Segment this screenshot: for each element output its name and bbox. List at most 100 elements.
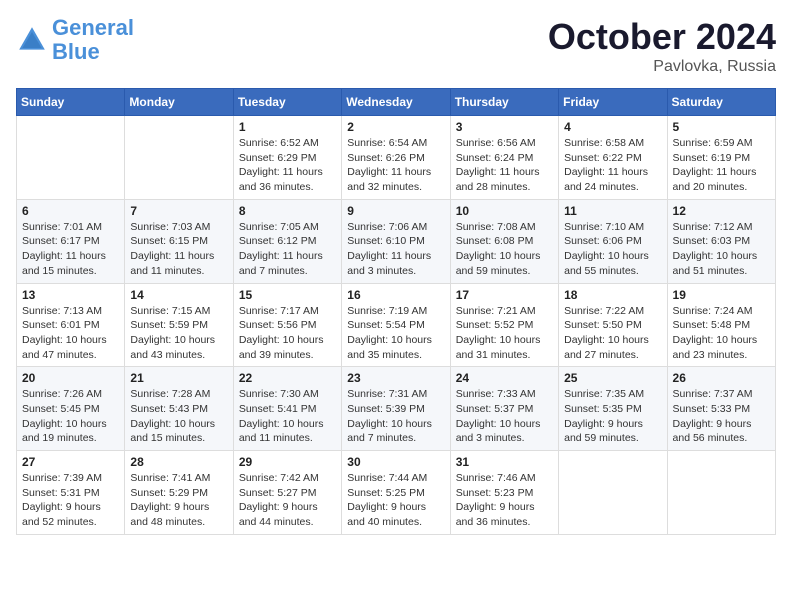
day-header-friday: Friday — [559, 89, 667, 116]
day-number: 14 — [130, 288, 227, 302]
day-header-monday: Monday — [125, 89, 233, 116]
day-number: 16 — [347, 288, 444, 302]
calendar-cell: 2 Sunrise: 6:54 AMSunset: 6:26 PMDaylight… — [342, 116, 450, 200]
day-header-sunday: Sunday — [17, 89, 125, 116]
calendar-cell: 29 Sunrise: 7:42 AMSunset: 5:27 PMDayligh… — [233, 451, 341, 535]
day-number: 30 — [347, 455, 444, 469]
logo-icon — [16, 24, 48, 56]
calendar-cell: 1 Sunrise: 6:52 AMSunset: 6:29 PMDaylight… — [233, 116, 341, 200]
week-row-1: 1 Sunrise: 6:52 AMSunset: 6:29 PMDaylight… — [17, 116, 776, 200]
day-info: Sunrise: 7:46 AMSunset: 5:23 PMDaylight:… — [456, 471, 553, 530]
day-info: Sunrise: 7:24 AMSunset: 5:48 PMDaylight:… — [673, 304, 770, 363]
day-info: Sunrise: 7:22 AMSunset: 5:50 PMDaylight:… — [564, 304, 661, 363]
day-number: 25 — [564, 371, 661, 385]
day-number: 1 — [239, 120, 336, 134]
day-header-saturday: Saturday — [667, 89, 775, 116]
day-header-tuesday: Tuesday — [233, 89, 341, 116]
logo: General Blue — [16, 16, 134, 64]
day-number: 9 — [347, 204, 444, 218]
calendar-table: SundayMondayTuesdayWednesdayThursdayFrid… — [16, 88, 776, 535]
week-row-4: 20 Sunrise: 7:26 AMSunset: 5:45 PMDayligh… — [17, 367, 776, 451]
calendar-body: 1 Sunrise: 6:52 AMSunset: 6:29 PMDaylight… — [17, 116, 776, 535]
calendar-cell — [667, 451, 775, 535]
day-number: 3 — [456, 120, 553, 134]
calendar-cell: 13 Sunrise: 7:13 AMSunset: 6:01 PMDayligh… — [17, 283, 125, 367]
day-info: Sunrise: 7:35 AMSunset: 5:35 PMDaylight:… — [564, 387, 661, 446]
calendar-cell: 5 Sunrise: 6:59 AMSunset: 6:19 PMDaylight… — [667, 116, 775, 200]
day-number: 24 — [456, 371, 553, 385]
calendar-cell: 11 Sunrise: 7:10 AMSunset: 6:06 PMDayligh… — [559, 199, 667, 283]
day-number: 28 — [130, 455, 227, 469]
day-number: 29 — [239, 455, 336, 469]
day-info: Sunrise: 6:56 AMSunset: 6:24 PMDaylight:… — [456, 136, 553, 195]
calendar-cell: 3 Sunrise: 6:56 AMSunset: 6:24 PMDaylight… — [450, 116, 558, 200]
title-block: October 2024 Pavlovka, Russia — [548, 16, 776, 76]
day-info: Sunrise: 7:31 AMSunset: 5:39 PMDaylight:… — [347, 387, 444, 446]
day-number: 10 — [456, 204, 553, 218]
day-number: 5 — [673, 120, 770, 134]
day-number: 19 — [673, 288, 770, 302]
calendar-cell: 17 Sunrise: 7:21 AMSunset: 5:52 PMDayligh… — [450, 283, 558, 367]
calendar-cell: 7 Sunrise: 7:03 AMSunset: 6:15 PMDaylight… — [125, 199, 233, 283]
day-info: Sunrise: 7:26 AMSunset: 5:45 PMDaylight:… — [22, 387, 119, 446]
day-info: Sunrise: 7:37 AMSunset: 5:33 PMDaylight:… — [673, 387, 770, 446]
day-info: Sunrise: 6:54 AMSunset: 6:26 PMDaylight:… — [347, 136, 444, 195]
calendar-cell: 14 Sunrise: 7:15 AMSunset: 5:59 PMDayligh… — [125, 283, 233, 367]
day-number: 27 — [22, 455, 119, 469]
week-row-5: 27 Sunrise: 7:39 AMSunset: 5:31 PMDayligh… — [17, 451, 776, 535]
calendar-cell: 19 Sunrise: 7:24 AMSunset: 5:48 PMDayligh… — [667, 283, 775, 367]
day-info: Sunrise: 6:59 AMSunset: 6:19 PMDaylight:… — [673, 136, 770, 195]
day-info: Sunrise: 7:19 AMSunset: 5:54 PMDaylight:… — [347, 304, 444, 363]
day-info: Sunrise: 6:52 AMSunset: 6:29 PMDaylight:… — [239, 136, 336, 195]
day-info: Sunrise: 7:44 AMSunset: 5:25 PMDaylight:… — [347, 471, 444, 530]
day-info: Sunrise: 7:28 AMSunset: 5:43 PMDaylight:… — [130, 387, 227, 446]
week-row-2: 6Sunrise: 7:01 AMSunset: 6:17 PMDaylight… — [17, 199, 776, 283]
day-number: 2 — [347, 120, 444, 134]
day-number: 13 — [22, 288, 119, 302]
calendar-cell: 24Sunrise: 7:33 AMSunset: 5:37 PMDayligh… — [450, 367, 558, 451]
day-number: 17 — [456, 288, 553, 302]
logo-text: General Blue — [52, 16, 134, 64]
day-header-thursday: Thursday — [450, 89, 558, 116]
calendar-cell: 26 Sunrise: 7:37 AMSunset: 5:33 PMDayligh… — [667, 367, 775, 451]
day-number: 15 — [239, 288, 336, 302]
day-header-wednesday: Wednesday — [342, 89, 450, 116]
month-title: October 2024 — [548, 16, 776, 58]
day-info: Sunrise: 7:17 AMSunset: 5:56 PMDaylight:… — [239, 304, 336, 363]
day-info: Sunrise: 7:05 AMSunset: 6:12 PMDaylight:… — [239, 220, 336, 279]
day-info: Sunrise: 7:41 AMSunset: 5:29 PMDaylight:… — [130, 471, 227, 530]
week-row-3: 13 Sunrise: 7:13 AMSunset: 6:01 PMDayligh… — [17, 283, 776, 367]
calendar-cell: 10 Sunrise: 7:08 AMSunset: 6:08 PMDayligh… — [450, 199, 558, 283]
day-number: 26 — [673, 371, 770, 385]
calendar-cell: 6Sunrise: 7:01 AMSunset: 6:17 PMDaylight… — [17, 199, 125, 283]
day-info: Sunrise: 7:21 AMSunset: 5:52 PMDaylight:… — [456, 304, 553, 363]
calendar-cell: 9 Sunrise: 7:06 AMSunset: 6:10 PMDaylight… — [342, 199, 450, 283]
day-info: Sunrise: 7:01 AMSunset: 6:17 PMDaylight:… — [22, 220, 119, 279]
calendar-cell: 8 Sunrise: 7:05 AMSunset: 6:12 PMDaylight… — [233, 199, 341, 283]
day-number: 12 — [673, 204, 770, 218]
calendar-cell — [559, 451, 667, 535]
day-number: 4 — [564, 120, 661, 134]
day-info: Sunrise: 7:10 AMSunset: 6:06 PMDaylight:… — [564, 220, 661, 279]
calendar-cell: 25 Sunrise: 7:35 AMSunset: 5:35 PMDayligh… — [559, 367, 667, 451]
calendar-cell: 21Sunrise: 7:28 AMSunset: 5:43 PMDayligh… — [125, 367, 233, 451]
day-number: 8 — [239, 204, 336, 218]
calendar-cell: 22Sunrise: 7:30 AMSunset: 5:41 PMDayligh… — [233, 367, 341, 451]
day-info: Sunrise: 7:39 AMSunset: 5:31 PMDaylight:… — [22, 471, 119, 530]
days-header-row: SundayMondayTuesdayWednesdayThursdayFrid… — [17, 89, 776, 116]
day-info: Sunrise: 7:30 AMSunset: 5:41 PMDaylight:… — [239, 387, 336, 446]
location: Pavlovka, Russia — [548, 58, 776, 76]
day-number: 31 — [456, 455, 553, 469]
calendar-cell — [17, 116, 125, 200]
day-info: Sunrise: 7:06 AMSunset: 6:10 PMDaylight:… — [347, 220, 444, 279]
day-number: 11 — [564, 204, 661, 218]
day-info: Sunrise: 7:03 AMSunset: 6:15 PMDaylight:… — [130, 220, 227, 279]
day-number: 7 — [130, 204, 227, 218]
day-info: Sunrise: 7:15 AMSunset: 5:59 PMDaylight:… — [130, 304, 227, 363]
page-header: General Blue October 2024 Pavlovka, Russ… — [16, 16, 776, 76]
day-info: Sunrise: 7:13 AMSunset: 6:01 PMDaylight:… — [22, 304, 119, 363]
day-info: Sunrise: 7:42 AMSunset: 5:27 PMDaylight:… — [239, 471, 336, 530]
day-number: 20 — [22, 371, 119, 385]
day-info: Sunrise: 7:08 AMSunset: 6:08 PMDaylight:… — [456, 220, 553, 279]
calendar-cell: 31 Sunrise: 7:46 AMSunset: 5:23 PMDayligh… — [450, 451, 558, 535]
